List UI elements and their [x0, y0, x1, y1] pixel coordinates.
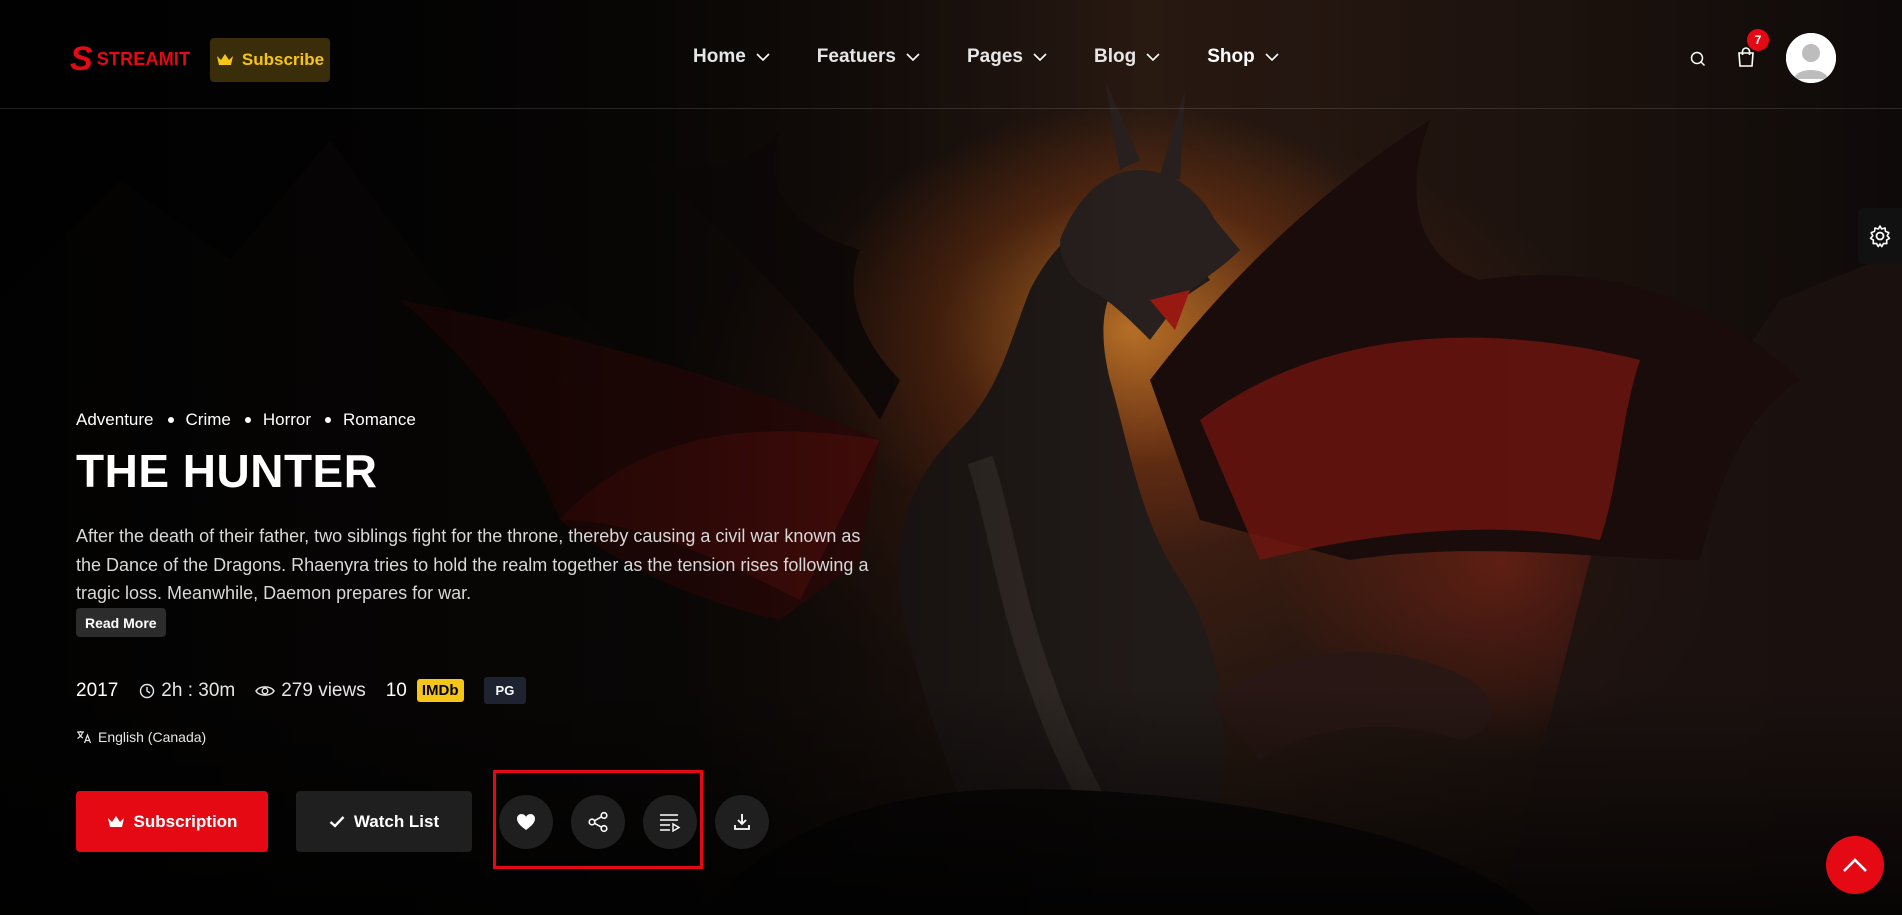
subscription-label: Subscription	[133, 811, 238, 831]
cart-count-badge: 7	[1747, 29, 1769, 51]
crown-icon	[216, 54, 233, 65]
chevron-down-icon	[1265, 53, 1279, 61]
watchlist-label: Watch List	[353, 811, 440, 831]
share-button[interactable]	[571, 795, 625, 849]
movie-meta: 2017 2h : 30m 279 views 10 IMDb PG	[76, 677, 527, 704]
watchlist-button[interactable]: Watch List	[296, 791, 472, 852]
age-rating-badge: PG	[483, 677, 527, 704]
duration-text: 2h : 30m	[161, 679, 236, 701]
chevron-down-icon	[1146, 53, 1160, 61]
nav-item-pages[interactable]: Pages	[967, 46, 1047, 68]
gear-icon	[1869, 225, 1891, 248]
nav-label: Blog	[1093, 46, 1137, 67]
playlist-button[interactable]	[643, 795, 697, 849]
views-text: 279 views	[281, 679, 366, 701]
chevron-down-icon	[1033, 53, 1047, 61]
genre-list: Adventure Crime Horror Romance	[76, 410, 416, 430]
main-nav: Home Featuers Pages Blog Shop	[693, 46, 1326, 68]
release-year: 2017	[76, 679, 119, 701]
user-icon	[1786, 33, 1836, 83]
logo-mark: S	[70, 40, 93, 78]
check-icon	[329, 816, 345, 828]
like-button[interactable]	[499, 795, 553, 849]
nav-label: Shop	[1207, 46, 1255, 67]
movie-description: After the death of their father, two sib…	[76, 526, 869, 603]
separator-dot	[325, 417, 332, 423]
chevron-down-icon	[906, 53, 920, 61]
imdb-badge: IMDb	[416, 679, 464, 702]
nav-item-featuers[interactable]: Featuers	[817, 46, 920, 68]
separator-dot	[167, 417, 174, 423]
genre-item[interactable]: Crime	[154, 410, 231, 430]
nav-item-shop[interactable]: Shop	[1207, 46, 1279, 68]
subscribe-button[interactable]: Subscribe	[210, 38, 330, 82]
nav-item-home[interactable]: Home	[693, 46, 770, 68]
language-text: English (Canada)	[98, 729, 207, 745]
chevron-down-icon	[756, 53, 770, 61]
genre-item[interactable]: Horror	[231, 410, 311, 430]
heart-icon	[517, 814, 535, 830]
nav-label: Featuers	[816, 46, 896, 67]
crown-icon	[107, 815, 124, 827]
nav-label: Pages	[967, 46, 1023, 67]
download-button[interactable]	[715, 795, 769, 849]
rating-score: 10	[385, 679, 407, 701]
download-icon	[734, 814, 750, 830]
movie-title: THE HUNTER	[76, 445, 378, 497]
nav-label: Home	[693, 46, 746, 67]
logo-text: STREAMIT	[96, 48, 191, 69]
read-more-button[interactable]: Read More	[76, 608, 166, 637]
brand-logo[interactable]: S STREAMIT	[70, 42, 190, 76]
genre-label: Romance	[343, 410, 416, 429]
avatar[interactable]	[1786, 33, 1836, 83]
site-header: S STREAMIT Subscribe Home Featuers Pages…	[0, 0, 1902, 109]
settings-tab[interactable]	[1858, 208, 1902, 264]
genre-item[interactable]: Romance	[311, 410, 416, 430]
back-to-top-button[interactable]	[1826, 836, 1884, 894]
genre-item[interactable]: Adventure	[76, 410, 154, 430]
eye-icon	[255, 685, 276, 696]
duration: 2h : 30m	[139, 680, 235, 702]
clock-icon	[140, 683, 155, 698]
nav-item-blog[interactable]: Blog	[1094, 46, 1160, 68]
share-icon	[588, 811, 608, 833]
genre-label: Crime	[185, 410, 231, 429]
search-icon[interactable]	[1690, 51, 1706, 67]
genre-label: Horror	[262, 410, 312, 429]
playlist-icon	[660, 814, 681, 832]
subscribe-label: Subscribe	[241, 50, 325, 69]
chevron-up-icon	[1843, 858, 1867, 872]
separator-dot	[244, 417, 251, 423]
subscription-button[interactable]: Subscription	[76, 791, 268, 852]
translate-icon	[77, 731, 92, 744]
genre-label: Adventure	[76, 410, 154, 429]
language: English (Canada)	[76, 729, 206, 745]
view-count: 279 views	[255, 680, 366, 702]
